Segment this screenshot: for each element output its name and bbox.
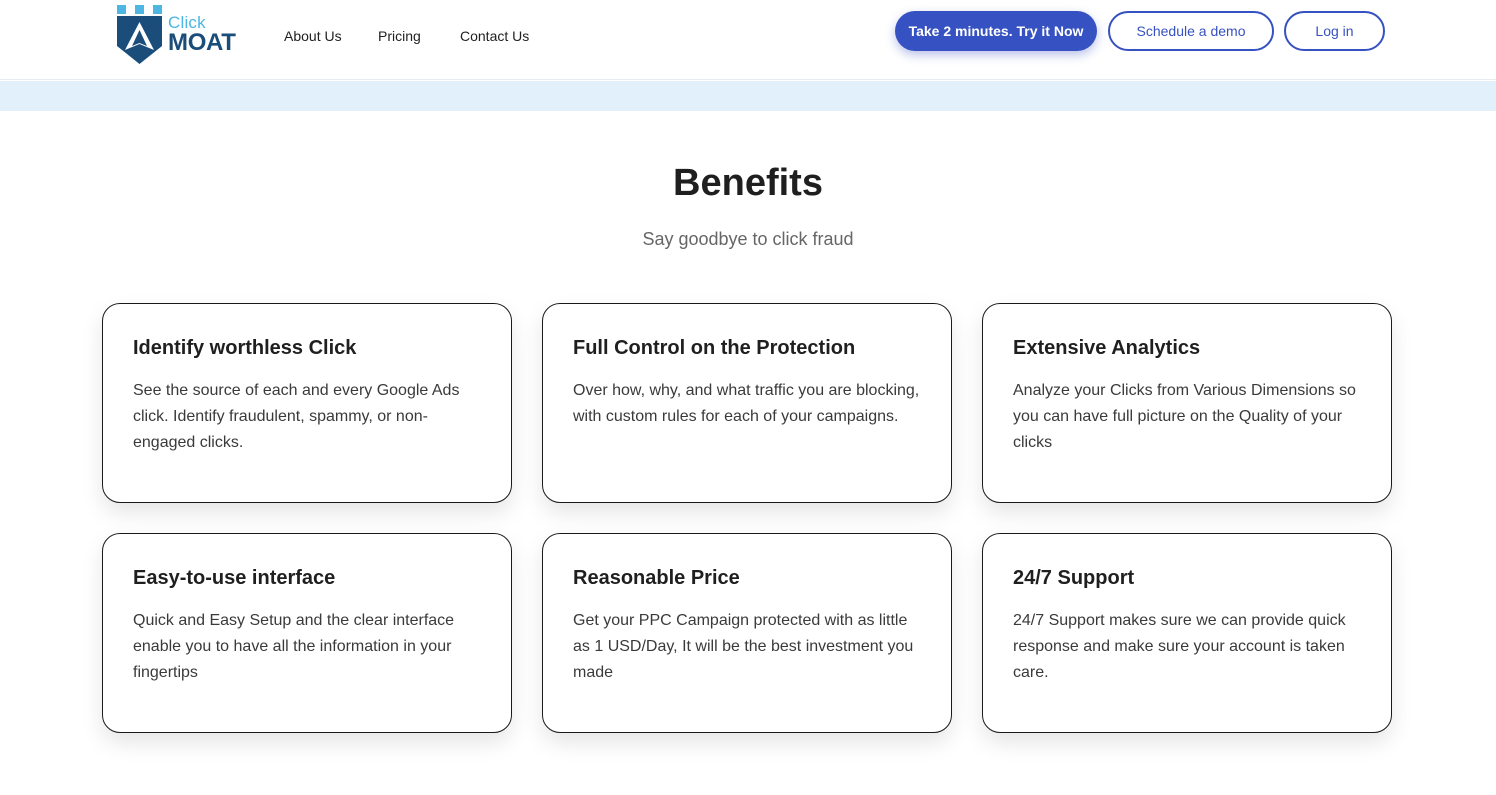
card-text: Get your PPC Campaign protected with as … <box>573 612 914 681</box>
card-title: Reasonable Price <box>573 567 740 589</box>
card-title: Extensive Analytics <box>1013 337 1201 359</box>
benefit-card-price: Reasonable Price Get your PPC Campaign p… <box>542 533 952 733</box>
benefits-subtitle: Say goodbye to click fraud <box>642 229 854 249</box>
benefit-card-identify: Identify worthless Click See the source … <box>102 303 512 503</box>
card-title: Full Control on the Protection <box>573 337 856 359</box>
site-header: Click MOAT About Us Pricing Contact Us T… <box>0 0 1496 80</box>
benefit-card-support: 24/7 Support 24/7 Support makes sure we … <box>982 533 1392 733</box>
logo-text-moat: MOAT <box>168 29 236 56</box>
clickmoat-logo[interactable]: Click MOAT <box>116 4 240 66</box>
benefit-card-analytics: Extensive Analytics Analyze your Clicks … <box>982 303 1392 503</box>
login-button[interactable]: Log in <box>1284 11 1385 51</box>
card-title: Easy-to-use interface <box>133 567 336 589</box>
card-text: Analyze your Clicks from Various Dimensi… <box>1013 382 1356 451</box>
card-title: 24/7 Support <box>1013 567 1135 589</box>
benefit-card-control: Full Control on the Protection Over how,… <box>542 303 952 503</box>
announcement-band <box>0 81 1496 111</box>
card-title: Identify worthless Click <box>133 337 357 359</box>
card-text: See the source of each and every Google … <box>133 382 460 451</box>
benefit-card-interface: Easy-to-use interface Quick and Easy Set… <box>102 533 512 733</box>
nav-about-us[interactable]: About Us <box>284 28 342 44</box>
nav-pricing[interactable]: Pricing <box>378 28 421 44</box>
nav-contact-us[interactable]: Contact Us <box>460 28 529 44</box>
card-text: Over how, why, and what traffic you are … <box>573 382 920 425</box>
benefits-title: Benefits <box>673 162 823 204</box>
try-now-button[interactable]: Take 2 minutes. Try it Now <box>895 11 1097 51</box>
schedule-demo-button[interactable]: Schedule a demo <box>1108 11 1274 51</box>
card-text: 24/7 Support makes sure we can provide q… <box>1013 612 1346 681</box>
castle-shield-logo-icon <box>117 5 162 64</box>
card-text: Quick and Easy Setup and the clear inter… <box>133 612 455 681</box>
